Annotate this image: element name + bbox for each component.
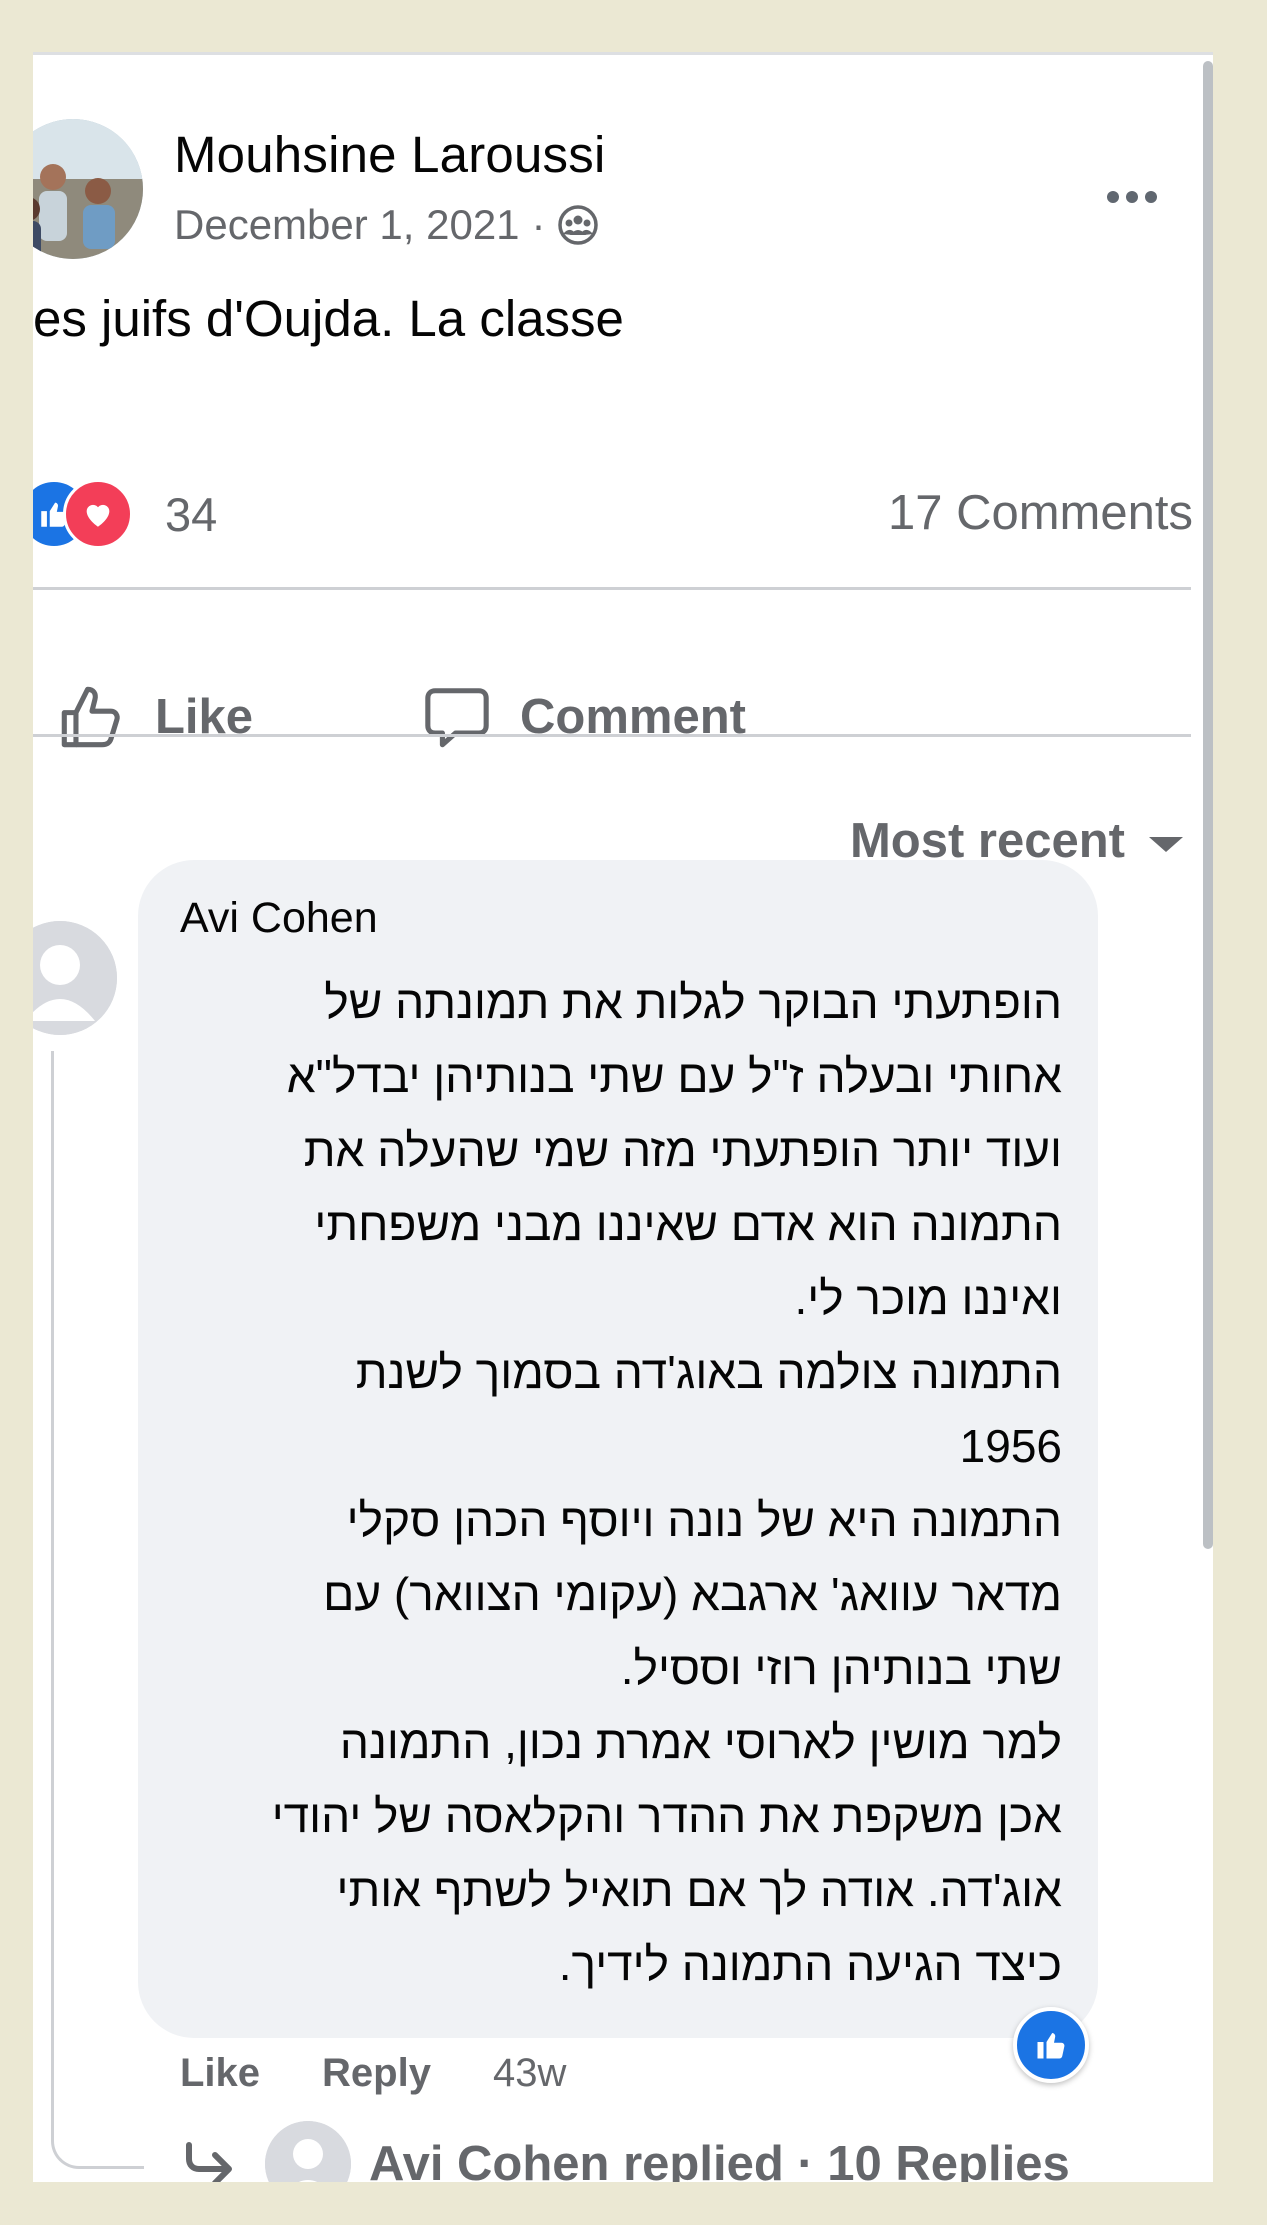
friends-icon[interactable] [556,203,600,247]
replies-summary: Avi Cohen replied · 10 Replies [369,2137,1070,2182]
reply-arrow-icon [186,2142,232,2182]
love-reaction-icon [63,479,133,549]
comment-timestamp[interactable]: 43w [493,2051,566,2096]
scrollbar[interactable] [1203,61,1213,1549]
author-avatar[interactable] [33,119,143,259]
more-options-button[interactable] [1087,167,1177,227]
replier-avatar [265,2121,351,2182]
comment-bubble-icon [425,688,489,748]
comments-count-link[interactable]: 17 Comments [888,485,1193,541]
post-author-name[interactable]: Mouhsine Laroussi [174,125,605,184]
post-card: Mouhsine Laroussi December 1, 2021 · es … [33,52,1213,2182]
post-text: es juifs d'Oujda. La classe [33,290,624,347]
like-reaction-icon[interactable] [1013,2007,1089,2083]
post-meta: December 1, 2021 · [174,201,600,249]
view-replies-link[interactable]: Avi Cohen replied · 10 Replies [183,2119,1070,2182]
divider [33,734,1191,737]
thumbs-up-icon [61,686,120,748]
reaction-icons[interactable] [33,479,149,549]
more-dot-icon [1145,191,1157,203]
divider [33,587,1191,590]
comment-like-button[interactable]: Like [180,2051,260,2096]
commenter-avatar[interactable] [33,921,117,1035]
comment-bubble: Avi Cohen הופתעתי הבוקר לגלות את תמונתה … [138,860,1098,2038]
meta-separator: · [531,201,546,248]
comment-actions: Like Reply 43w [180,2051,566,2096]
reaction-count[interactable]: 34 [165,487,217,542]
comment-reply-button[interactable]: Reply [322,2051,431,2096]
comment-text: הופתעתי הבוקר לגלות את תמונתה של אחותי ו… [271,976,1062,1990]
caret-down-icon [1149,836,1183,852]
more-dot-icon [1107,191,1119,203]
comment-button[interactable]: Comment [422,680,746,754]
like-button[interactable]: Like [57,680,253,754]
more-dot-icon [1126,191,1138,203]
comment-author-name[interactable]: Avi Cohen [180,894,378,943]
post-date[interactable]: December 1, 2021 [174,201,520,249]
thread-line [51,1051,144,2169]
